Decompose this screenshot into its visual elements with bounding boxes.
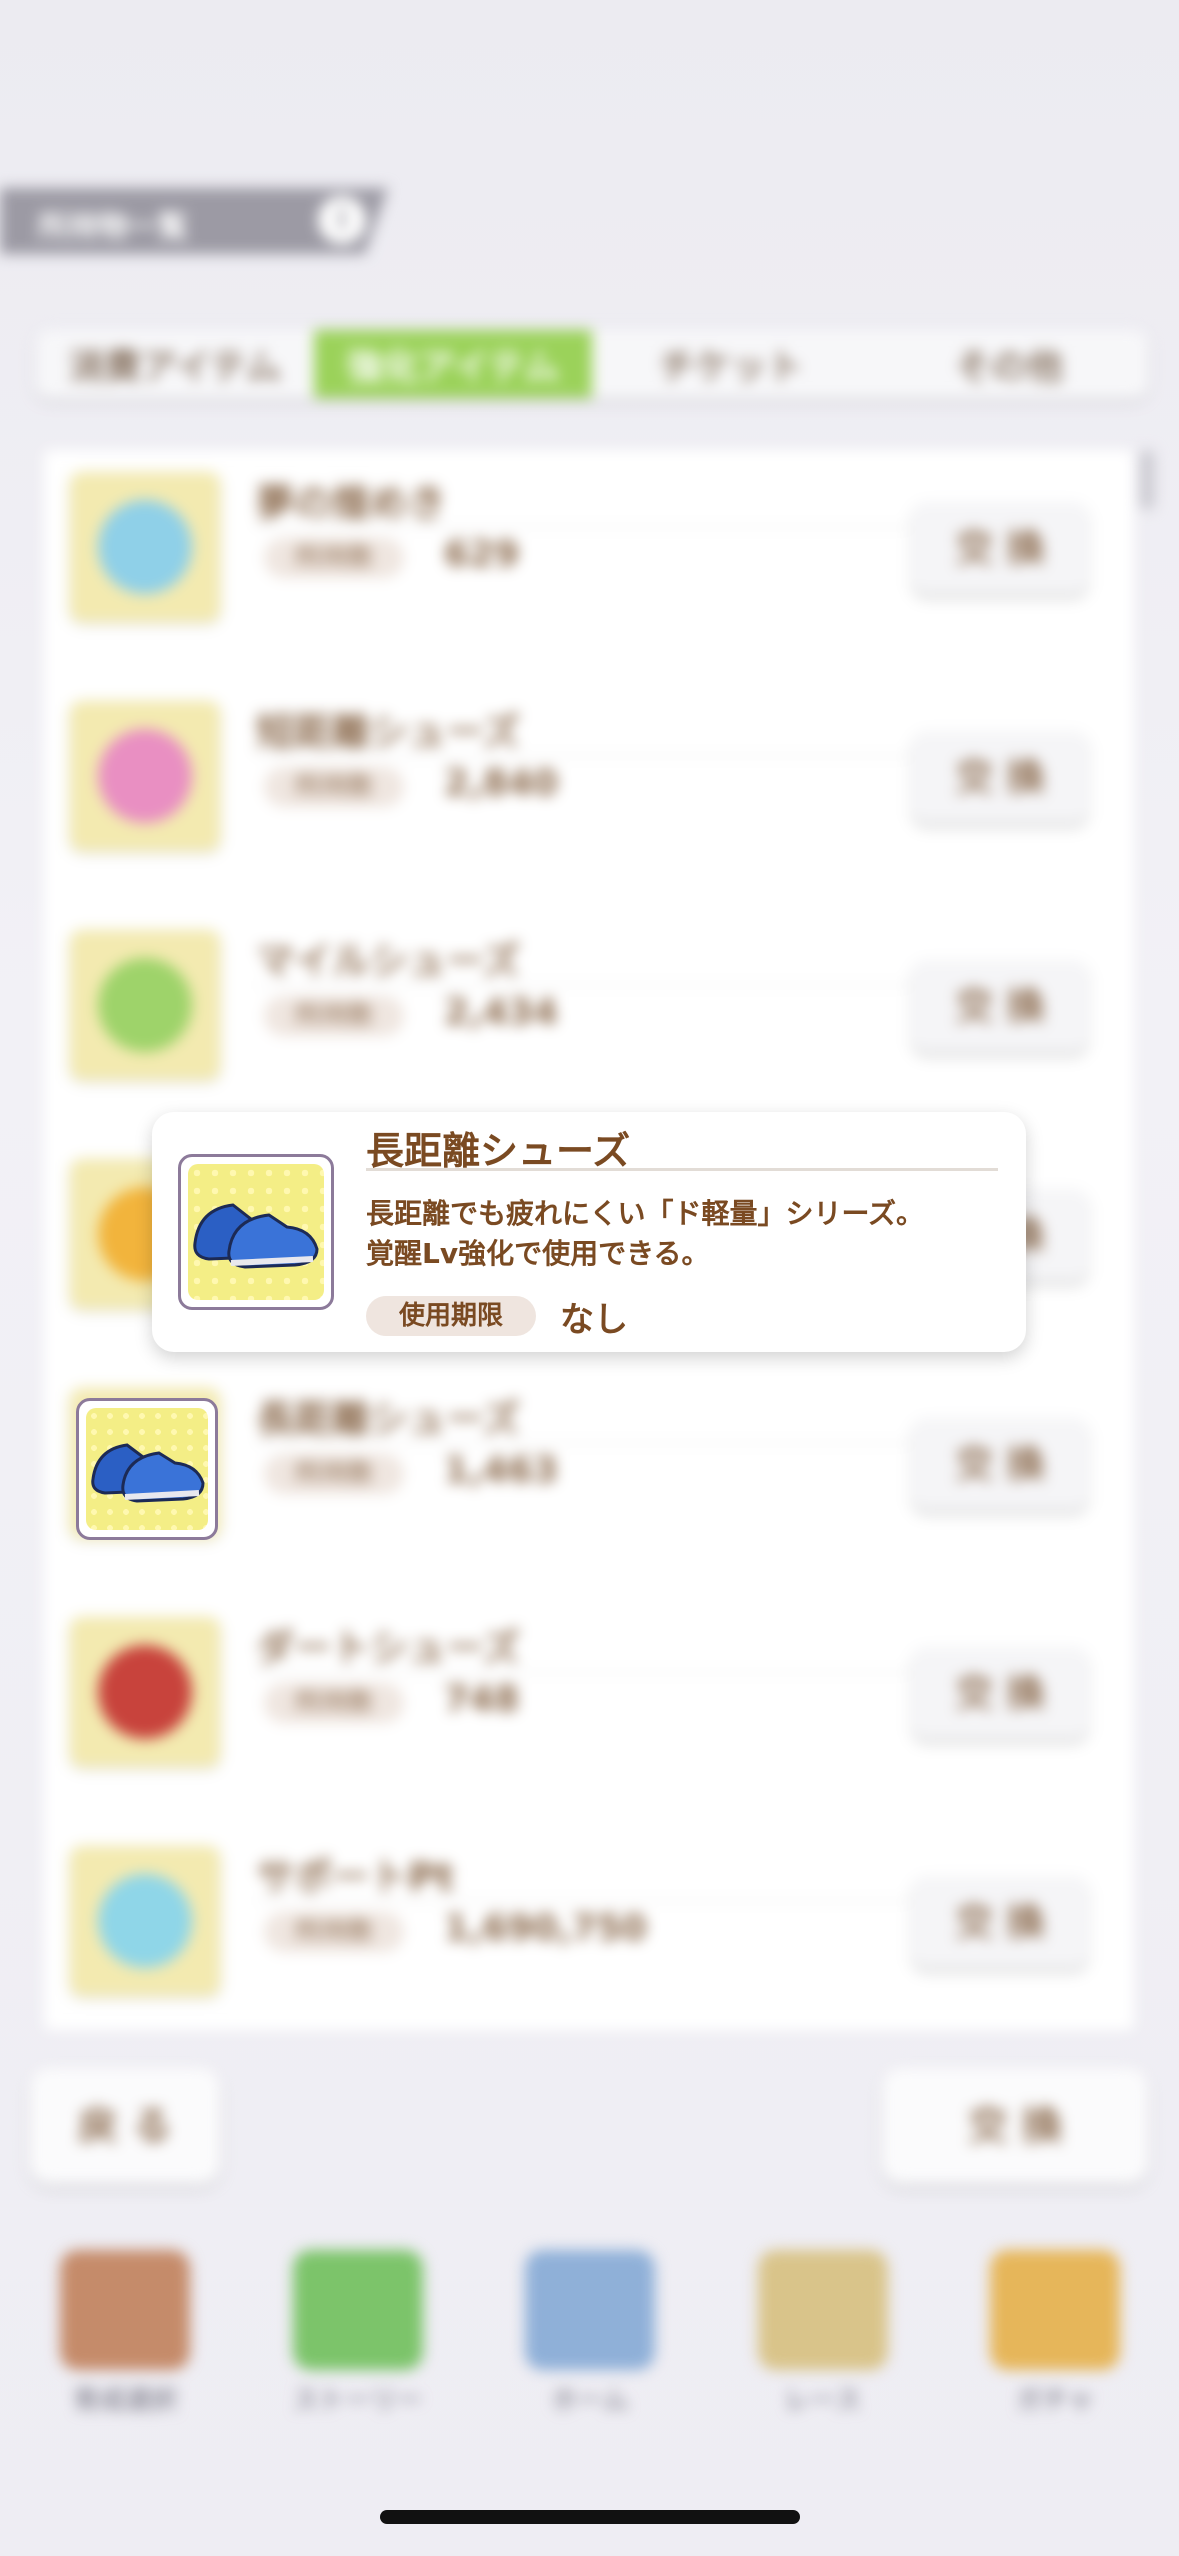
item-exchange-button[interactable]: 交 換 [912,1647,1088,1739]
item-exchange-button[interactable]: 交 換 [912,502,1088,594]
popup-item-icon [178,1154,334,1310]
item-divider [256,1442,926,1444]
item-image [98,729,192,823]
tab-enhance-items[interactable]: 強化アイテム [314,330,592,398]
popup-divider [366,1168,998,1171]
item-exchange-button[interactable]: 交 換 [912,731,1088,823]
nav-icon [757,2250,888,2370]
item-name: マイルシューズ [256,939,521,983]
item-name: 短距離シューズ [256,710,521,754]
popup-title: 長距離シューズ [366,1129,631,1173]
long-distance-shoes-icon[interactable] [76,1398,218,1540]
item-exchange-button[interactable]: 交 換 [912,1418,1088,1510]
item-icon[interactable] [70,1617,220,1767]
expiry-badge: 使用期限 [366,1296,536,1336]
nav-icon [990,2250,1120,2370]
owned-badge: 所持数 [264,767,404,807]
item-detail-popup[interactable]: 長距離シューズ 長距離でも疲れにくい「ド軽量」シリーズ。 覚醒Lv強化で使用でき… [152,1112,1026,1352]
nav-label: ホーム [551,2386,629,2416]
item-image [98,1645,192,1739]
nav-label: ガチャ [1016,2386,1094,2416]
page-title: 所持物一覧 [38,210,188,245]
popup-desc-line2: 覚醒Lv強化で使用できる。 [366,1237,710,1270]
owned-badge: 所持数 [264,996,404,1036]
nav-item[interactable]: レース [728,2240,918,2420]
item-divider [256,526,926,528]
popup-desc-line1: 長距離でも疲れにくい「ド軽量」シリーズ。 [366,1197,925,1230]
nav-label: 育成選択 [72,2386,177,2416]
list-item: 夢の煌めき所持数 629 交 換 [44,450,1134,680]
nav-item[interactable]: 育成選択 [30,2240,220,2420]
expiry-value: なし [560,1300,628,1340]
item-icon[interactable] [70,472,220,622]
nav-icon [60,2250,190,2370]
home-indicator[interactable] [380,2510,800,2524]
item-name: 夢の煌めき [256,481,447,525]
item-divider [256,984,926,986]
owned-count: 2,840 [444,763,558,804]
list-item: サポートPt 所持数 1,690,750 交 換 [44,1824,1134,2030]
nav-item[interactable]: ストーリー [263,2240,453,2420]
owned-badge: 所持数 [264,1912,404,1952]
owned-count: 629 [444,534,520,575]
item-exchange-button[interactable]: 交 換 [912,960,1088,1052]
back-button[interactable]: 戻 る [30,2068,220,2184]
item-image [98,958,192,1052]
owned-count: 1,463 [444,1450,558,1491]
shoes-icon [91,1443,205,1503]
list-item: 短距離シューズ所持数 2,840 交 換 [44,679,1134,909]
owned-count: 2,434 [444,992,558,1033]
owned-count: 1,690,750 [444,1908,647,1949]
item-name: 長距離シューズ [256,1397,521,1441]
tab-tickets[interactable]: チケット [592,330,870,398]
category-tabs: 消費アイテム 強化アイテム チケット その他 [36,330,1148,398]
tab-others[interactable]: その他 [870,330,1148,398]
item-icon[interactable] [70,1846,220,1996]
owned-badge: 所持数 [264,1454,404,1494]
popup-description: 長距離でも疲れにくい「ド軽量」シリーズ。 覚醒Lv強化で使用できる。 [366,1194,1006,1274]
list-item: マイルシューズ所持数 2,434 交 換 [44,908,1134,1138]
nav-item[interactable]: ガチャ [960,2240,1150,2420]
exchange-button[interactable]: 交 換 [882,2068,1148,2184]
item-name: サポートPt [256,1855,455,1899]
bottom-nav: 育成選択 ストーリー ホーム レース ガチャ [30,2240,1150,2420]
owned-badge: 所持数 [264,1683,404,1723]
owned-count: 748 [444,1679,520,1720]
item-image [98,500,192,594]
owned-badge: 所持数 [264,538,404,578]
tab-consumables[interactable]: 消費アイテム [36,330,314,398]
info-icon[interactable]: i [318,196,366,244]
nav-label: ストーリー [292,2386,423,2416]
nav-item[interactable]: ホーム [495,2240,685,2420]
item-divider [256,1671,926,1673]
nav-label: レース [784,2386,861,2416]
item-divider [256,1900,926,1902]
shoes-icon [193,1203,319,1269]
page-header: 所持物一覧 i [0,188,388,254]
scrollbar[interactable] [1140,450,1154,510]
item-name: ダートシューズ [256,1626,521,1670]
item-image [98,1874,192,1968]
item-icon[interactable] [70,701,220,851]
item-icon[interactable] [70,930,220,1080]
nav-icon [525,2250,655,2370]
list-item: ダートシューズ所持数 748 交 換 [44,1595,1134,1825]
item-exchange-button[interactable]: 交 換 [912,1876,1088,1968]
nav-icon [292,2250,423,2370]
item-divider [256,755,926,757]
